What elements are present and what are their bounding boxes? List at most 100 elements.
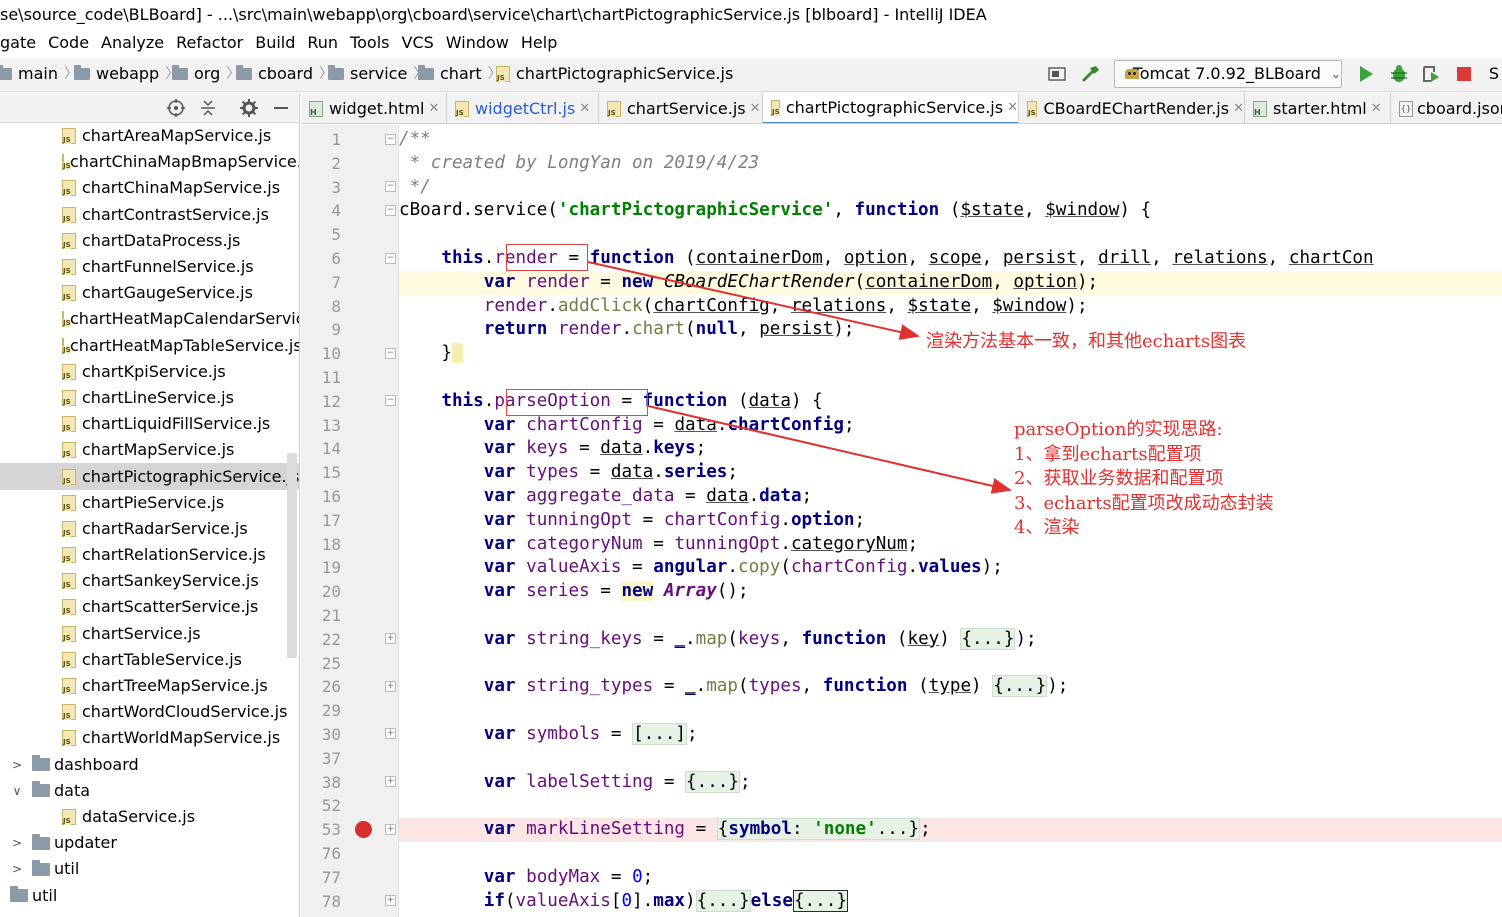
sidebar-scrollbar[interactable] [287,453,297,658]
close-icon[interactable]: ✕ [429,94,440,124]
close-icon[interactable]: ✕ [750,94,761,124]
tree-file[interactable]: chartKpiService.js [0,359,299,385]
js-file-icon [62,651,76,668]
run-with-coverage-icon[interactable] [1420,62,1442,86]
close-icon[interactable]: ✕ [579,94,590,124]
fold-expand-icon[interactable]: + [385,776,396,787]
gear-icon[interactable] [239,98,259,122]
tree-file[interactable]: chartTreeMapService.js [0,673,299,699]
fold-marker-icon[interactable]: − [385,395,396,406]
breadcrumb-chart[interactable]: chart 〉 [418,58,508,90]
tree-file[interactable]: chartHeatMapCalendarService [0,306,299,332]
tree-file[interactable]: chartLiquidFillService.js [0,411,299,437]
breadcrumb-file[interactable]: chartPictographicService.js [496,58,733,90]
menu-help[interactable]: Help [521,30,557,56]
fold-marker-icon[interactable]: − [385,134,396,145]
tree-file[interactable]: chartChinaMapService.js [0,175,299,201]
js-file-icon [455,100,469,117]
tab-cboard-json[interactable]: {} cboard.json [1391,93,1502,123]
fold-expand-icon[interactable]: + [385,895,396,906]
fold-marker-icon[interactable]: − [385,181,396,192]
close-icon[interactable]: ✕ [1233,94,1244,124]
parseoption-highlight-box [506,389,648,416]
tree-file[interactable]: dataService.js [0,804,299,830]
fold-expand-icon[interactable]: + [385,633,396,644]
tree-folder-updater[interactable]: > updater [0,830,299,856]
fold-expand-icon[interactable]: + [385,728,396,739]
tree-file[interactable]: chartSankeyService.js [0,568,299,594]
menu-vcs[interactable]: VCS [402,30,434,56]
breakpoint-icon[interactable] [355,821,372,838]
run-configuration-select[interactable]: Tomcat 7.0.92_BLBoard ⌄ [1114,60,1342,88]
fold-marker-icon[interactable]: − [385,205,396,216]
js-file-icon [62,128,76,145]
stop-icon[interactable] [1453,62,1475,86]
fold-expand-icon[interactable]: + [385,824,396,835]
tab-widget-html[interactable]: widget.html✕ [301,93,447,124]
tree-file[interactable]: chartRelationService.js [0,542,299,568]
chevron-down-icon[interactable]: ∨ [10,778,24,804]
menu-analyze[interactable]: Analyze [101,30,164,56]
menu-tools[interactable]: Tools [350,30,389,56]
tree-file[interactable]: chartWordCloudService.js [0,699,299,725]
chevron-right-icon[interactable]: > [10,752,24,778]
tree-file[interactable]: chartDataProcess.js [0,228,299,254]
tab-chartservice-js[interactable]: chartService.js✕ [599,93,763,124]
tree-file[interactable]: chartHeatMapTableService.js [0,333,299,359]
tab-cboardechartrender-js[interactable]: CBoardEChartRender.js✕ [1019,93,1245,124]
menu-window[interactable]: Window [446,30,509,56]
tree-file-label: chartTreeMapService.js [82,676,268,696]
menu-build[interactable]: Build [255,30,295,56]
build-hammer-icon[interactable] [1080,62,1102,86]
tree-folder-util[interactable]: > util [0,856,299,882]
tab-chartpictographicservice-js[interactable]: chartPictographicService.js✕ [763,93,1019,123]
tree-file[interactable]: chartContrastService.js [0,202,299,228]
tree-folder-data[interactable]: ∨ data [0,778,299,804]
breadcrumb-cboard[interactable]: cboard 〉 [236,58,339,90]
run-icon[interactable] [1355,62,1377,86]
fold-expand-icon[interactable]: + [385,681,396,692]
tree-file[interactable]: chartTableService.js [0,647,299,673]
tree-file[interactable]: chartGaugeService.js [0,280,299,306]
js-file-icon [62,416,76,433]
menu-run[interactable]: Run [307,30,338,56]
line-number: 14 [321,439,341,459]
tree-file[interactable]: chartPieService.js [0,490,299,516]
locate-target-icon[interactable] [166,98,186,122]
tree-folder-util-root[interactable]: util [0,882,299,908]
tree-file[interactable]: chartWorldMapService.js [0,725,299,751]
close-icon[interactable]: ✕ [1371,94,1382,124]
menu-navigate[interactable]: gate [0,30,36,56]
tree-file[interactable]: chartLineService.js [0,385,299,411]
breadcrumb-webapp[interactable]: webapp 〉 [74,58,185,90]
tree-file[interactable]: chartService.js [0,621,299,647]
tree-file[interactable]: chartMapService.js [0,437,299,463]
tree-file[interactable]: chartRadarService.js [0,516,299,542]
tree-file[interactable]: chartScatterService.js [0,594,299,620]
json-file-icon: {} [1399,100,1413,117]
tree-file[interactable]: chartAreaMapService.js [0,123,299,149]
tree-file-selected[interactable]: chartPictographicService.js [0,463,299,490]
close-icon[interactable]: ✕ [1007,93,1018,123]
breadcrumb-main[interactable]: main 〉 [0,58,84,90]
collapse-all-icon[interactable] [198,98,218,122]
code-editor[interactable]: 1 2 3 4 5 6 7 8 9 10 11 12 13 14 15 16 1… [301,125,1502,917]
line-number: 13 [321,415,341,435]
js-file-icon [62,494,76,511]
menu-code[interactable]: Code [48,30,89,56]
layout-toggle-icon[interactable] [1046,62,1068,86]
chevron-right-icon[interactable]: > [10,830,24,856]
debug-icon[interactable] [1388,62,1410,86]
tab-starter-html[interactable]: starter.html✕ [1245,93,1391,124]
minimize-icon[interactable] [272,98,290,122]
tree-file[interactable]: chartFunnelService.js [0,254,299,280]
tree-file[interactable]: chartChinaMapBmapService.js [0,149,299,175]
search-everywhere-icon[interactable]: S [1486,62,1502,86]
menu-refactor[interactable]: Refactor [176,30,243,56]
fold-marker-icon[interactable]: − [385,348,396,359]
line-number: 4 [331,201,341,221]
tree-folder-dashboard[interactable]: > dashboard [0,752,299,778]
chevron-right-icon[interactable]: > [10,856,24,882]
fold-marker-icon[interactable]: − [385,253,396,264]
tab-widgetctrl-js[interactable]: widgetCtrl.js✕ [447,93,599,124]
